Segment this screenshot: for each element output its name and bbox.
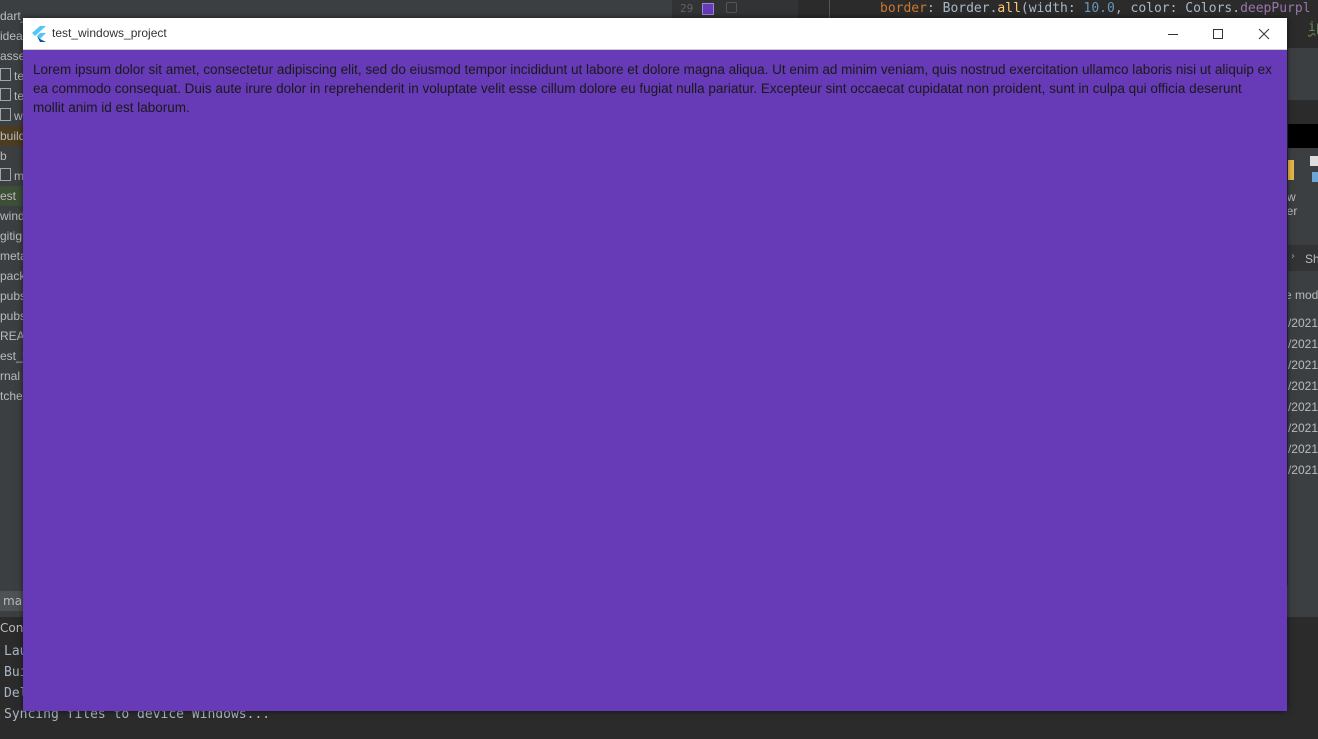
code-token: all (997, 1, 1021, 16)
maximize-button[interactable] (1195, 18, 1241, 49)
maximize-icon (1213, 28, 1223, 39)
tree-item[interactable]: windo (0, 206, 23, 226)
code-line: border: Border.all(width: 10.0, color: C… (880, 0, 1311, 18)
tree-item[interactable]: idea (0, 26, 23, 46)
panel-label: der (1288, 204, 1298, 218)
tree-item[interactable]: gitig (0, 226, 23, 246)
tree-item[interactable]: READ (0, 326, 23, 346)
fold-icon[interactable] (726, 2, 737, 13)
file-icon (0, 68, 11, 81)
tree-item[interactable]: dart_tool (0, 6, 23, 26)
code-token: 10.0 (1083, 1, 1115, 16)
minimize-button[interactable] (1150, 18, 1196, 49)
lorem-text: Lorem ipsum dolor sit amet, consectetur … (33, 62, 1272, 115)
code-token: : Border. (926, 1, 998, 16)
tree-item[interactable]: est (0, 186, 23, 206)
file-icon (0, 168, 11, 181)
tree-item[interactable]: pubsp (0, 286, 23, 306)
project-tree-panel: dart_tool idea assets te te w build b m … (0, 0, 23, 585)
tree-item[interactable]: tche (0, 386, 23, 406)
tree-item[interactable]: meta (0, 246, 23, 266)
tree-item[interactable]: pubsp (0, 306, 23, 326)
window-title: test_windows_project (52, 26, 167, 40)
tree-item-label: m (14, 169, 23, 183)
close-icon (1258, 28, 1270, 39)
code-token: (width: (1020, 1, 1084, 16)
panel-toolbar (1288, 124, 1318, 148)
date-cell: /2021 (1288, 316, 1318, 330)
color-swatch-icon[interactable] (702, 3, 714, 15)
tree-item-label: te (14, 89, 23, 103)
date-cell: /2021 (1288, 421, 1318, 435)
chevron-right-icon[interactable]: › (1291, 251, 1295, 262)
tree-item[interactable]: assets (0, 46, 23, 66)
right-panel: w der › Sh e mod /2021 /2021 /2021 /2021… (1288, 48, 1318, 640)
tree-item[interactable]: pack (0, 266, 23, 286)
file-icon (0, 108, 11, 121)
date-cell: /2021 (1288, 337, 1318, 351)
window-titlebar[interactable]: test_windows_project (23, 18, 1287, 50)
tree-item-label: te (14, 69, 23, 83)
folder-icon (1288, 160, 1294, 180)
editor-gutter: 29 (672, 0, 798, 20)
code-line: ipis (1308, 20, 1318, 35)
app-window: test_windows_project Lorem ipsum dolor s… (23, 18, 1287, 711)
date-cell: /2021 (1288, 442, 1318, 456)
date-cell: /2021 (1288, 463, 1318, 477)
date-cell: /2021 (1288, 379, 1318, 393)
column-header: e mod (1288, 288, 1318, 302)
tree-item[interactable]: rnal (0, 366, 23, 386)
date-cell: /2021 (1288, 400, 1318, 414)
file-icon (0, 88, 11, 101)
line-number: 29 (680, 2, 694, 15)
toolbar-icon (1310, 156, 1318, 182)
panel-label: w (1288, 190, 1296, 204)
app-content: Lorem ipsum dolor sit amet, consectetur … (23, 50, 1287, 711)
code-token: , color: Colors. (1114, 1, 1241, 16)
tree-item[interactable]: build (0, 126, 23, 146)
code-token: deepPurpl (1240, 1, 1311, 16)
tree-item-label: w (14, 109, 23, 123)
tab-main[interactable]: mai (0, 591, 23, 611)
tree-item[interactable]: te (0, 66, 23, 86)
panel-header (1288, 100, 1318, 124)
flutter-icon (32, 26, 46, 42)
tree-item[interactable]: b (0, 146, 23, 166)
tree-item[interactable]: est_w (0, 346, 23, 366)
tree-item[interactable]: m (0, 166, 23, 186)
close-button[interactable] (1241, 18, 1287, 49)
date-cell: /2021 (1288, 358, 1318, 372)
code-token: border (880, 1, 927, 16)
panel-label: Sh (1305, 252, 1318, 266)
minimize-icon (1168, 33, 1178, 35)
tree-item[interactable]: te (0, 86, 23, 106)
tab-label: mai (3, 594, 23, 608)
tree-item[interactable]: w (0, 106, 23, 126)
